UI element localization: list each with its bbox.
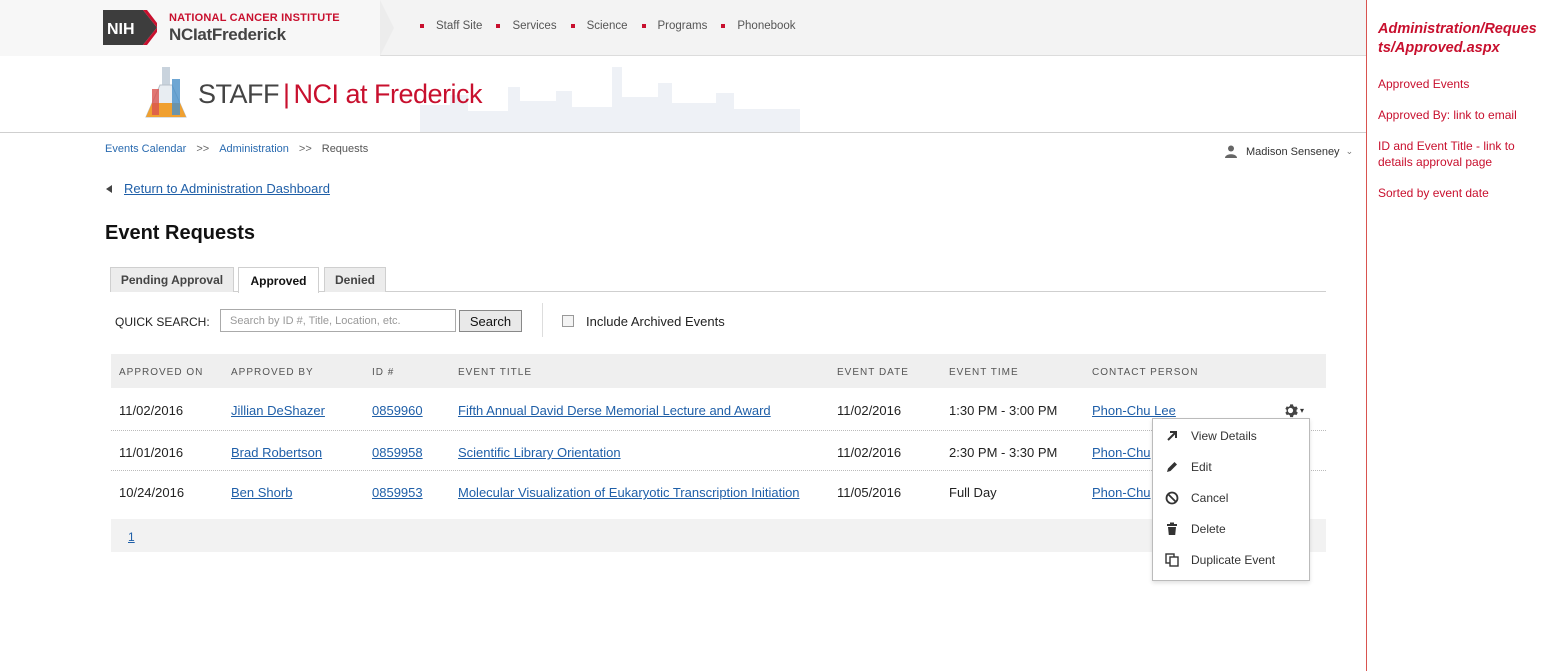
- notes-divider: [1366, 0, 1367, 671]
- search-button[interactable]: Search: [459, 310, 522, 332]
- cell-event-date: 11/05/2016: [837, 485, 902, 500]
- cell-event-time: Full Day: [949, 485, 997, 500]
- user-menu[interactable]: Madison Senseney ⌄: [1225, 145, 1353, 158]
- user-icon: [1225, 145, 1237, 158]
- back-to-dashboard-link[interactable]: Return to Administration Dashboard: [106, 181, 330, 196]
- menu-item-label: View Details: [1191, 429, 1257, 443]
- cell-event-time: 2:30 PM - 3:30 PM: [949, 445, 1058, 460]
- notes-title: Administration/Requests/Approved.aspx: [1378, 21, 1537, 56]
- cell-id-link[interactable]: 0859960: [372, 403, 423, 418]
- menu-item-cancel[interactable]: Cancel: [1153, 485, 1309, 511]
- user-name: Madison Senseney: [1246, 145, 1340, 158]
- site-banner: STAFF | NCI at Frederick: [0, 57, 1366, 133]
- include-archived-label: Include Archived Events: [586, 314, 725, 329]
- nav-staff-site[interactable]: Staff Site: [420, 20, 482, 32]
- note-item: Approved Events: [1378, 77, 1470, 91]
- cell-approved-on: 11/01/2016: [119, 445, 184, 460]
- menu-item-edit[interactable]: Edit: [1153, 454, 1309, 480]
- annotation-notes: Administration/Requests/Approved.aspx Ap…: [1378, 20, 1538, 216]
- nav-science[interactable]: Science: [570, 20, 628, 32]
- logo-area[interactable]: NIH NATIONAL CANCER INSTITUTE NCIatFrede…: [0, 0, 394, 56]
- back-link-label: Return to Administration Dashboard: [124, 181, 330, 196]
- banner-title: STAFF | NCI at Frederick: [198, 79, 483, 109]
- include-archived-checkbox[interactable]: [562, 315, 574, 327]
- tab-approved[interactable]: Approved: [238, 267, 319, 293]
- breadcrumb-events-calendar[interactable]: Events Calendar: [105, 143, 186, 155]
- menu-item-label: Delete: [1191, 522, 1226, 536]
- table-row: 11/02/2016 Jillian DeShazer 0859960 Fift…: [111, 389, 1326, 429]
- breadcrumb-administration[interactable]: Administration: [219, 143, 289, 155]
- column-contact-person[interactable]: CONTACT PERSON: [1092, 367, 1198, 378]
- cell-approved-on: 11/02/2016: [119, 403, 184, 418]
- tab-denied[interactable]: Denied: [324, 267, 386, 292]
- cell-contact-link[interactable]: Phon-Chu: [1092, 485, 1151, 500]
- menu-item-delete[interactable]: Delete: [1153, 516, 1309, 542]
- cell-event-title-link[interactable]: Fifth Annual David Derse Memorial Lectur…: [458, 403, 771, 418]
- menu-item-label: Edit: [1191, 460, 1212, 474]
- breadcrumb-requests: Requests: [321, 143, 369, 155]
- column-event-date[interactable]: EVENT DATE: [837, 367, 909, 378]
- copy-icon: [1165, 553, 1179, 567]
- chevron-down-icon: ⌄: [1345, 146, 1354, 156]
- page-number-link[interactable]: 1: [128, 530, 135, 544]
- cell-id-link[interactable]: 0859953: [372, 485, 423, 500]
- tab-pending-approval[interactable]: Pending Approval: [110, 267, 234, 292]
- status-tabs: Pending Approval Approved Denied: [110, 267, 1326, 293]
- cell-event-time: 1:30 PM - 3:00 PM: [949, 403, 1058, 418]
- breadcrumb: Events Calendar >> Administration >> Request…: [105, 143, 369, 155]
- pencil-icon: [1165, 460, 1179, 474]
- gear-icon: [1285, 404, 1298, 418]
- table-row: 11/01/2016 Brad Robertson 0859958 Scient…: [111, 431, 1326, 471]
- column-approved-on[interactable]: APPROVED ON: [119, 367, 203, 378]
- nav-phonebook[interactable]: Phonebook: [721, 20, 796, 32]
- cell-event-date: 11/02/2016: [837, 445, 902, 460]
- cell-event-title-link[interactable]: Scientific Library Orientation: [458, 445, 621, 460]
- menu-item-label: Cancel: [1191, 491, 1229, 505]
- cell-event-date: 11/02/2016: [837, 403, 902, 418]
- top-header: NIH NATIONAL CANCER INSTITUTE NCIatFrede…: [0, 0, 1366, 56]
- menu-item-duplicate-event[interactable]: Duplicate Event: [1153, 547, 1309, 573]
- column-approved-by[interactable]: APPROVED BY: [231, 367, 314, 378]
- note-item: Sorted by event date: [1378, 186, 1489, 200]
- column-event-title[interactable]: EVENT TITLE: [458, 367, 532, 378]
- search-divider: [542, 303, 543, 337]
- row-actions-menu: View Details Edit Cancel Delete Duplicat…: [1152, 418, 1310, 581]
- org-subname: NCIatFrederick: [169, 25, 286, 44]
- cell-event-title-link[interactable]: Molecular Visualization of Eukaryotic Tr…: [458, 485, 800, 500]
- column-id[interactable]: ID #: [372, 367, 394, 378]
- menu-item-view-details[interactable]: View Details: [1153, 423, 1309, 449]
- quick-search-label: QUICK SEARCH:: [115, 315, 210, 329]
- trash-icon: [1165, 522, 1179, 536]
- nav-services[interactable]: Services: [496, 20, 557, 32]
- cell-approved-by-link[interactable]: Jillian DeShazer: [231, 403, 325, 418]
- row-actions-button[interactable]: ▾: [1283, 403, 1304, 418]
- cell-approved-by-link[interactable]: Brad Robertson: [231, 445, 322, 460]
- org-name: NATIONAL CANCER INSTITUTE: [169, 12, 340, 24]
- column-event-time[interactable]: EVENT TIME: [949, 367, 1019, 378]
- caret-left-icon: [106, 184, 112, 193]
- arrow-up-right-icon: [1165, 429, 1179, 443]
- menu-item-label: Duplicate Event: [1191, 553, 1276, 567]
- nav-programs[interactable]: Programs: [641, 20, 707, 32]
- ban-icon: [1165, 491, 1179, 505]
- note-item: Approved By: link to email: [1378, 108, 1517, 122]
- cell-contact-link[interactable]: Phon-Chu: [1092, 445, 1151, 460]
- cell-approved-on: 10/24/2016: [119, 485, 185, 500]
- pagination: 1: [111, 519, 1326, 552]
- chevron-down-icon: ▾: [1300, 406, 1305, 415]
- nih-text: NIH: [107, 21, 135, 38]
- cell-approved-by-link[interactable]: Ben Shorb: [231, 485, 292, 500]
- table-row: 10/24/2016 Ben Shorb 0859953 Molecular V…: [111, 471, 1326, 511]
- cell-id-link[interactable]: 0859958: [372, 445, 423, 460]
- cell-contact-link[interactable]: Phon-Chu Lee: [1092, 403, 1176, 418]
- note-item: ID and Event Title - link to details app…: [1378, 139, 1515, 169]
- table-header: APPROVED ON APPROVED BY ID # EVENT TITLE…: [111, 354, 1326, 388]
- nih-logo: NIH: [103, 10, 157, 45]
- page-title: Event Requests: [105, 222, 256, 244]
- top-nav: Staff Site Services Science Programs Pho…: [420, 20, 810, 32]
- flask-logo-icon: [145, 67, 187, 118]
- quick-search-input[interactable]: [220, 309, 456, 332]
